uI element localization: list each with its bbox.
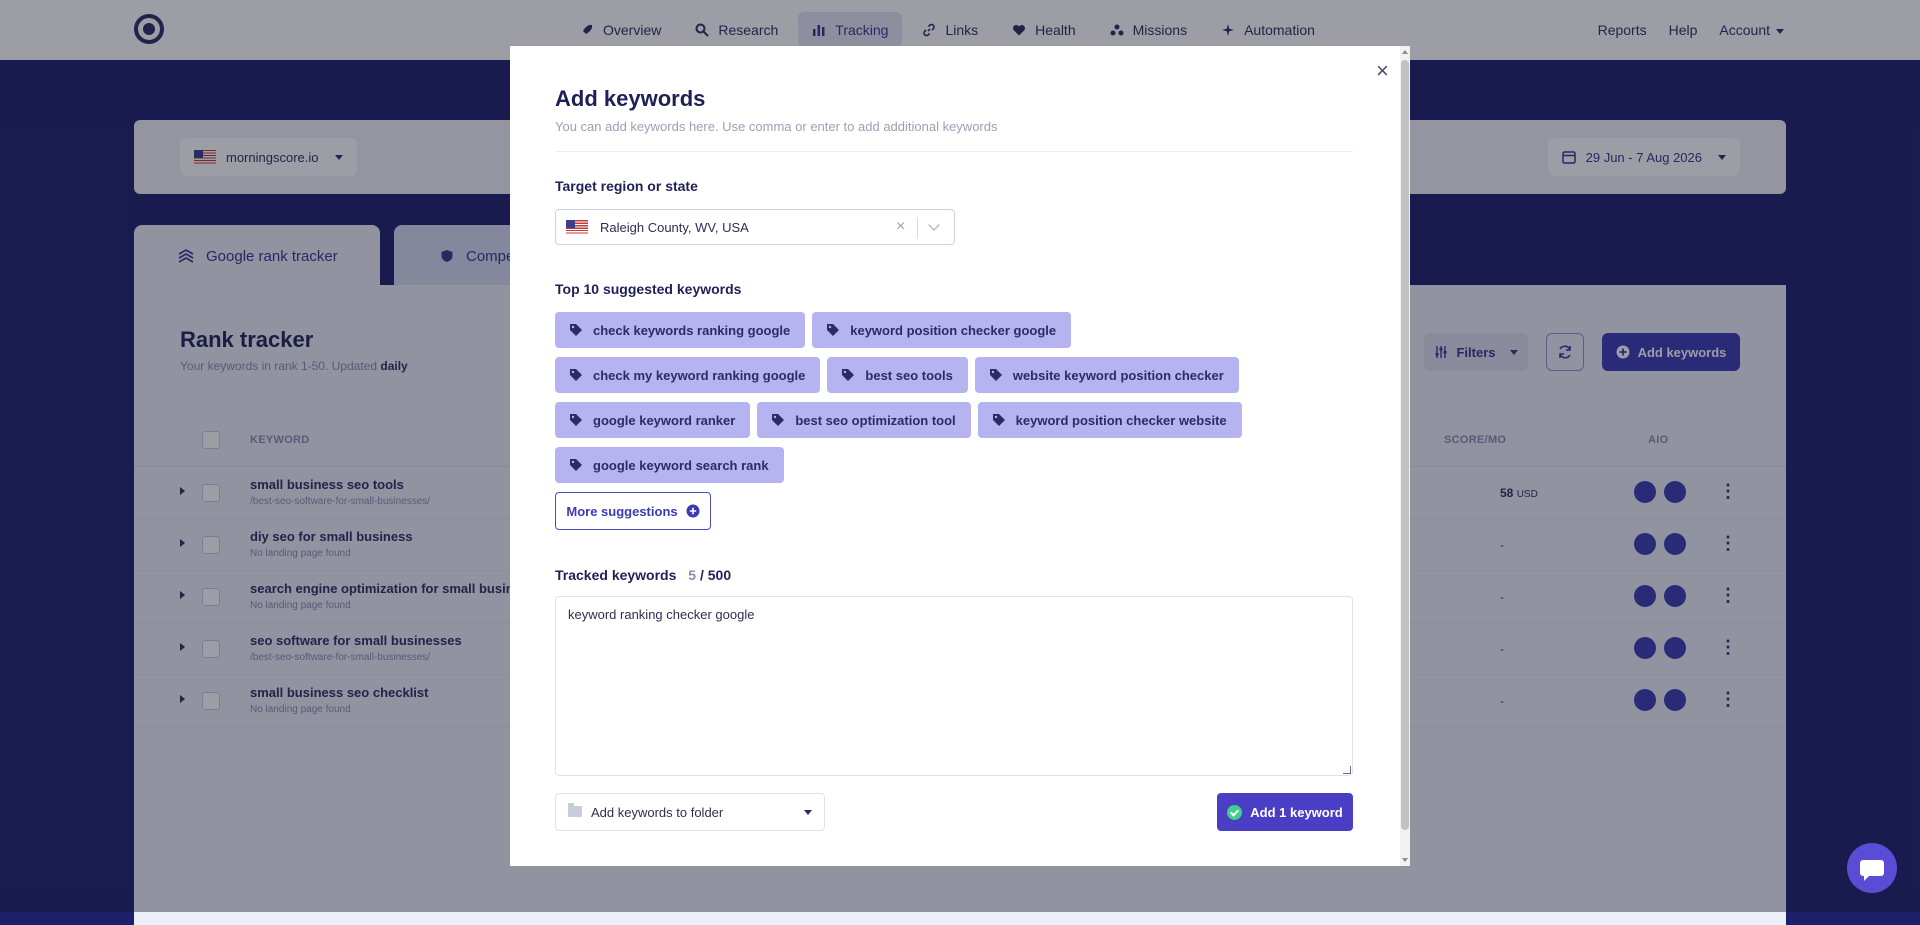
divider — [555, 151, 1353, 152]
suggestion-chip[interactable]: google keyword search rank — [555, 447, 784, 483]
tag-icon — [570, 459, 582, 471]
suggestion-chips: check keywords ranking google keyword po… — [555, 312, 1335, 492]
chip-label: check my keyword ranking google — [593, 367, 806, 383]
modal-scrollbar[interactable] — [1400, 46, 1410, 866]
scroll-down-icon[interactable] — [1402, 858, 1408, 862]
scroll-up-icon[interactable] — [1402, 50, 1408, 54]
tracked-label: Tracked keywords — [555, 567, 677, 583]
tag-icon — [827, 324, 840, 336]
suggestion-chip[interactable]: best seo optimization tool — [757, 402, 971, 438]
more-suggestions-button[interactable]: More suggestions — [555, 492, 711, 530]
us-flag-icon — [566, 220, 588, 235]
keywords-textarea[interactable] — [555, 596, 1353, 776]
resize-handle-icon[interactable] — [1343, 766, 1351, 774]
chip-label: keyword position checker website — [1015, 412, 1227, 428]
suggestion-chip[interactable]: check my keyword ranking google — [555, 357, 821, 393]
more-suggestions-label: More suggestions — [566, 503, 678, 519]
chevron-down-icon[interactable] — [928, 219, 940, 231]
suggestion-chip[interactable]: website keyword position checker — [974, 357, 1239, 393]
folder-icon — [568, 803, 582, 817]
suggestion-chip[interactable]: check keywords ranking google — [555, 312, 806, 348]
add-keyword-submit-button[interactable]: Add 1 keyword — [1217, 793, 1353, 831]
chip-label: best seo optimization tool — [795, 412, 956, 428]
folder-placeholder: Add keywords to folder — [591, 805, 724, 820]
chip-label: google keyword search rank — [593, 457, 769, 473]
tag-icon — [772, 414, 785, 426]
region-select[interactable]: Raleigh County, WV, USA × — [555, 209, 955, 245]
tag-icon — [992, 414, 1005, 426]
suggestion-chip[interactable]: google keyword ranker — [555, 402, 751, 438]
region-label: Target region or state — [555, 178, 698, 194]
caret-down-icon — [804, 810, 812, 815]
suggestion-chip[interactable]: best seo tools — [827, 357, 968, 393]
add-keywords-modal: × Add keywords You can add keywords here… — [510, 46, 1410, 866]
region-value: Raleigh County, WV, USA — [600, 220, 749, 235]
tag-icon — [570, 414, 582, 426]
chip-label: website keyword position checker — [1012, 367, 1224, 383]
suggested-label: Top 10 suggested keywords — [555, 281, 742, 297]
chip-label: google keyword ranker — [593, 412, 736, 428]
chip-label: check keywords ranking google — [593, 322, 791, 338]
tag-icon — [989, 369, 1002, 381]
chip-label: best seo tools — [865, 367, 953, 383]
plus-circle-icon — [686, 504, 700, 518]
tracked-count: 5 — [688, 567, 697, 583]
tracked-total: / 500 — [699, 567, 732, 583]
chat-launcher-button[interactable] — [1847, 843, 1897, 893]
add-keyword-label: Add 1 keyword — [1250, 804, 1343, 820]
scrollbar-thumb[interactable] — [1401, 60, 1409, 830]
suggestion-chip[interactable]: keyword position checker website — [977, 402, 1242, 438]
select-separator — [917, 218, 918, 238]
modal-title: Add keywords — [555, 86, 706, 111]
tag-icon — [570, 369, 582, 381]
chip-label: keyword position checker google — [850, 322, 1057, 338]
tracked-keywords-heading: Tracked keywords 5 / 500 — [555, 567, 731, 583]
modal-subtitle: You can add keywords here. Use comma or … — [555, 119, 998, 134]
tag-icon — [842, 369, 855, 381]
chat-icon — [1860, 860, 1884, 881]
folder-select[interactable]: Add keywords to folder — [555, 793, 825, 831]
clear-region-icon[interactable]: × — [896, 218, 905, 236]
check-circle-icon — [1227, 804, 1243, 820]
suggestion-chip[interactable]: keyword position checker google — [812, 312, 1072, 348]
tag-icon — [570, 324, 582, 336]
close-icon[interactable]: × — [1376, 60, 1389, 82]
